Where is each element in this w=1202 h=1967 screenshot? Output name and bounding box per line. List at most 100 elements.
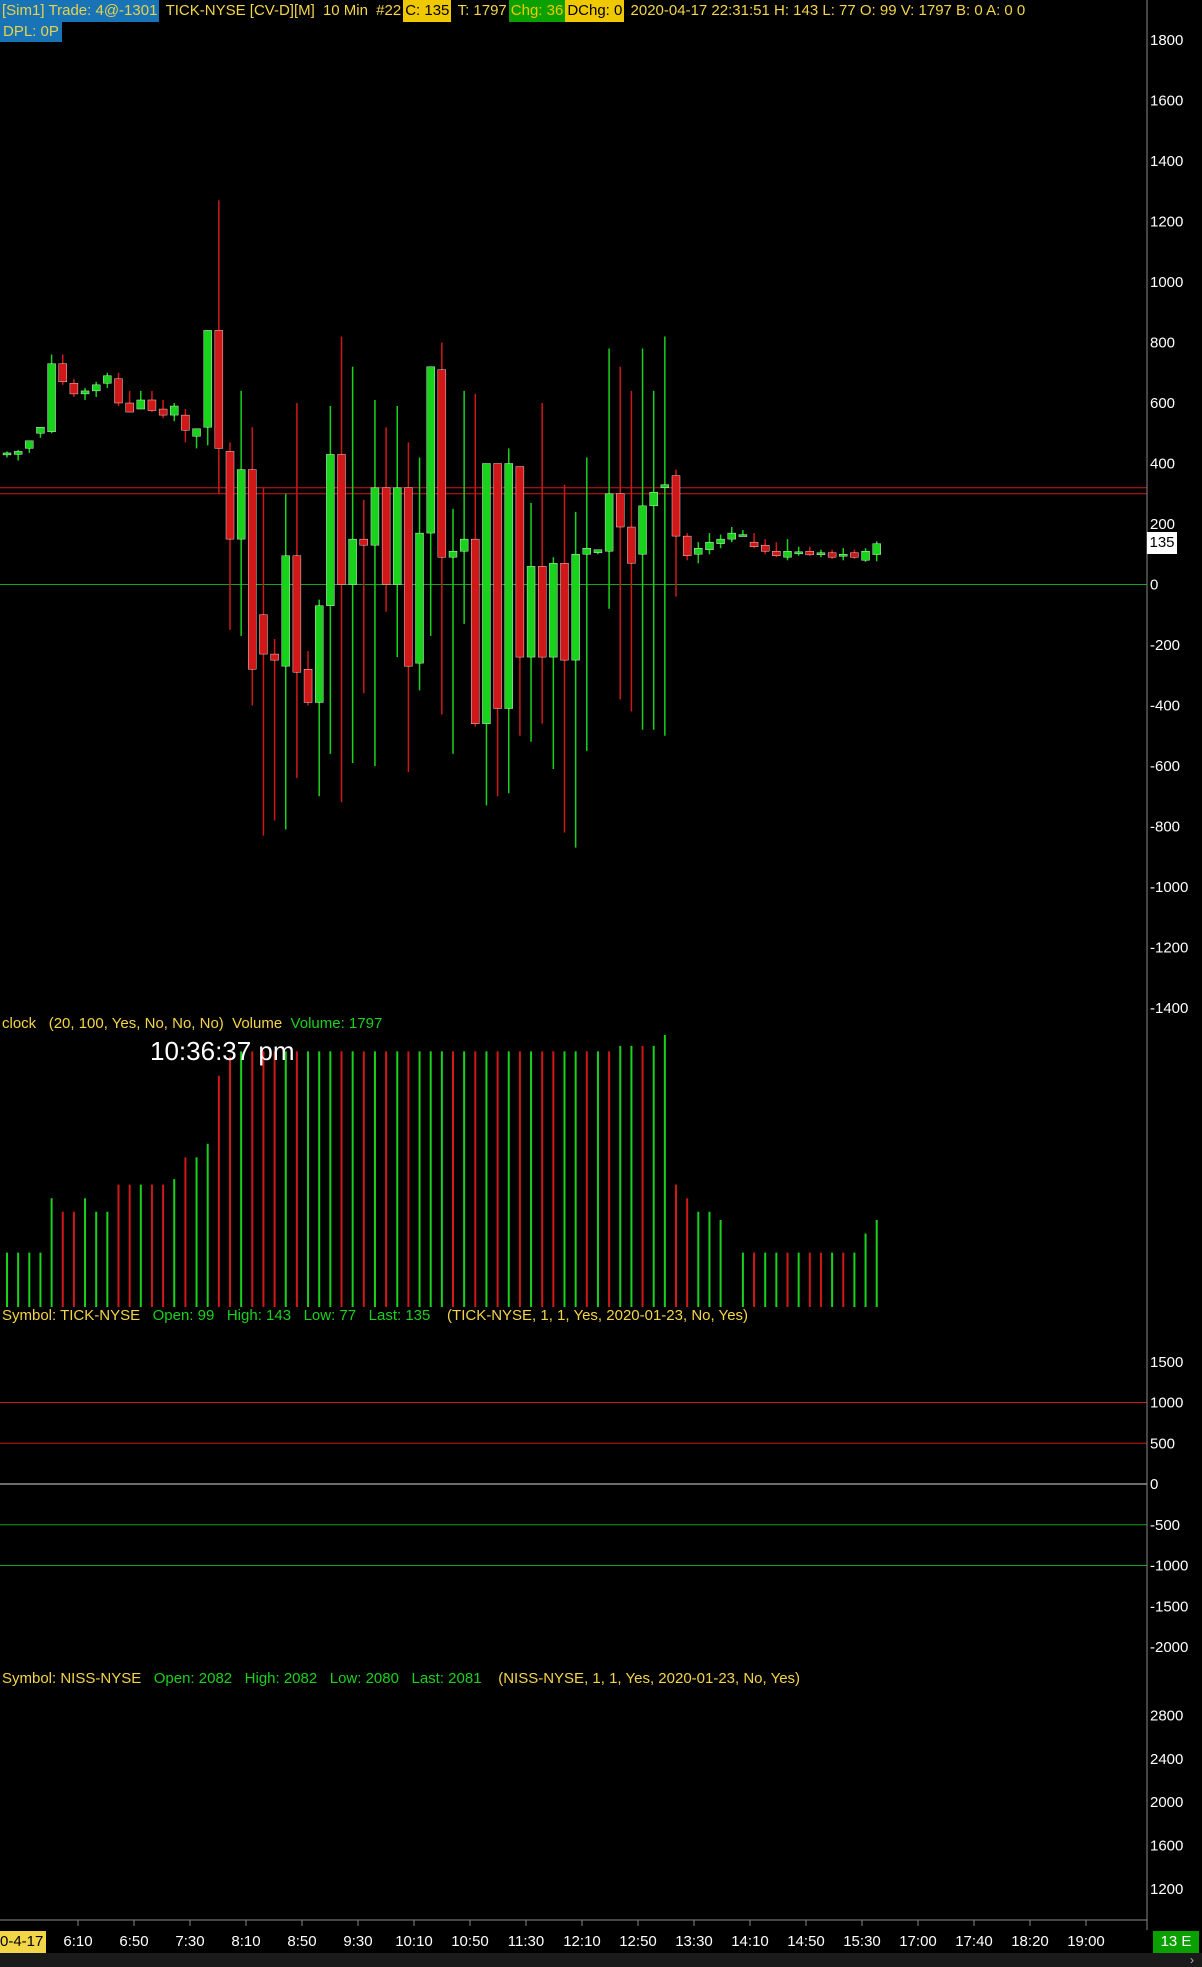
- niss-low: Low: 2080: [329, 1670, 399, 1687]
- niss-last: Last: 2081: [411, 1670, 482, 1687]
- tick-params: (TICK-NYSE, 1, 1, Yes, 2020-01-23, No, Y…: [447, 1307, 749, 1324]
- candle-body: [538, 566, 547, 658]
- tick-axis-label: -1000: [1150, 1558, 1188, 1575]
- candle-body: [772, 551, 781, 556]
- candle-body: [192, 428, 201, 437]
- time-tick-label: 8:50: [287, 1933, 316, 1950]
- candle-body: [872, 543, 881, 555]
- price-tick-label: 600: [1150, 395, 1175, 412]
- candle-body: [158, 408, 168, 416]
- candle-body: [515, 466, 525, 658]
- volume-value: Volume: 1797: [290, 1015, 383, 1032]
- tick-open: Open: 99: [152, 1307, 215, 1324]
- symbol-label: TICK-NYSE [CV-D][M]: [165, 2, 315, 19]
- stats-label: 2020-04-17 22:31:51 H: 143 L: 77 O: 99 V…: [630, 2, 1026, 19]
- price-tick-label: -1400: [1150, 1000, 1188, 1017]
- time-tick-label: 19:00: [1067, 1933, 1105, 1950]
- candle-body: [381, 487, 391, 585]
- niss-indicator-label[interactable]: Symbol: NISS-NYSE Open: 2082 High: 2082 …: [2, 1670, 800, 1687]
- scroll-right-icon[interactable]: ›: [1190, 1953, 1194, 1967]
- candle-body: [727, 532, 736, 540]
- scroll-badge[interactable]: 13 E: [1153, 1931, 1199, 1953]
- candle-body: [839, 554, 848, 557]
- dpl-badge: DPL: 0P: [0, 22, 62, 42]
- volume-indicator-label[interactable]: clock (20, 100, Yes, No, No, No) Volume …: [2, 1015, 382, 1032]
- time-tick-label: 6:50: [119, 1933, 148, 1950]
- account-tag[interactable]: [Sim1]: [0, 0, 47, 22]
- candle-body: [303, 669, 313, 703]
- tick-axis-label: 0: [1150, 1476, 1158, 1493]
- niss-symbol: Symbol: NISS-NYSE: [2, 1670, 142, 1687]
- time-tick-label: 14:10: [731, 1933, 769, 1950]
- candle-body: [393, 487, 402, 585]
- chart-status-bar: [Sim1] Trade: 4@-1301 TICK-NYSE [CV-D][M]…: [0, 0, 1148, 22]
- candle-body: [236, 469, 246, 540]
- tick-high: High: 143: [226, 1307, 292, 1324]
- candle-body: [471, 538, 480, 724]
- candle-body: [638, 505, 647, 555]
- niss-axis-label: 1200: [1150, 1881, 1183, 1898]
- time-tick-label: 17:00: [899, 1933, 937, 1950]
- candle-body: [47, 363, 56, 432]
- bar-number-label: #22: [376, 2, 402, 19]
- price-tick-label: 1000: [1150, 274, 1183, 291]
- last-price-badge: 135: [1147, 532, 1177, 554]
- tick-indicator-label[interactable]: Symbol: TICK-NYSE Open: 99 High: 143 Low…: [2, 1307, 748, 1324]
- time-tick-label: 11:30: [508, 1933, 544, 1950]
- candle-body: [281, 555, 290, 667]
- candle-body: [761, 544, 770, 552]
- candle-body: [437, 369, 447, 558]
- candle-body: [248, 469, 257, 670]
- time-tick-label: 7:30: [175, 1933, 204, 1950]
- price-tick-label: -1000: [1150, 879, 1188, 896]
- price-tick-label: 400: [1150, 456, 1175, 473]
- price-tick-label: 0: [1150, 577, 1158, 594]
- candle-body: [114, 378, 123, 404]
- price-tick-label: 1200: [1150, 214, 1183, 231]
- tick-axis-label: -1500: [1150, 1598, 1188, 1615]
- candle-body: [705, 541, 714, 550]
- candle-body: [549, 563, 558, 658]
- niss-axis-label: 2400: [1150, 1751, 1183, 1768]
- price-tick-label: -1200: [1150, 940, 1188, 957]
- time-tick-label: 18:20: [1011, 1933, 1049, 1950]
- candle-body: [582, 548, 591, 555]
- price-tick-label: 1600: [1150, 93, 1183, 110]
- ticks-label: T: 1797: [457, 2, 507, 19]
- candle-body: [103, 375, 112, 384]
- time-tick-label: 10:10: [395, 1933, 433, 1950]
- niss-axis-label: 1600: [1150, 1838, 1183, 1855]
- candle-body: [749, 541, 759, 547]
- horizontal-scrollbar[interactable]: ›: [0, 1953, 1202, 1967]
- niss-open: Open: 2082: [153, 1670, 233, 1687]
- candle-body: [861, 551, 870, 561]
- candle-body: [370, 487, 380, 546]
- candle-body: [225, 451, 235, 540]
- time-tick-label: 17:40: [955, 1933, 993, 1950]
- candle-body: [459, 538, 469, 552]
- clock-display: 10:36:37 pm: [150, 1036, 295, 1066]
- candle-body: [682, 535, 692, 556]
- price-tick-label: -600: [1150, 758, 1180, 775]
- tick-low: Low: 77: [303, 1307, 357, 1324]
- candle-body: [694, 548, 703, 555]
- tick-axis-label: 1000: [1150, 1395, 1183, 1412]
- dchange-tag: DChg: 0: [565, 0, 625, 22]
- time-tick-label: 15:30: [843, 1933, 881, 1950]
- clock-study-params: (20, 100, Yes, No, No, No): [48, 1015, 224, 1032]
- candle-body: [181, 414, 190, 431]
- price-tick-label: 1400: [1150, 153, 1183, 170]
- candle-body: [69, 383, 79, 395]
- candle-body: [593, 549, 603, 553]
- niss-axis-label: 2000: [1150, 1794, 1183, 1811]
- candle-body: [738, 534, 748, 537]
- candle-body: [448, 551, 458, 558]
- trade-tag[interactable]: Trade: 4@-1301: [46, 0, 160, 22]
- change-tag: Chg: 36: [508, 0, 566, 22]
- candle-body: [560, 563, 569, 661]
- candle-body: [315, 605, 324, 703]
- candle-body: [716, 538, 725, 544]
- candle-body: [504, 463, 513, 709]
- candle-body: [270, 653, 279, 661]
- niss-params: (NISS-NYSE, 1, 1, Yes, 2020-01-23, No, Y…: [498, 1670, 801, 1687]
